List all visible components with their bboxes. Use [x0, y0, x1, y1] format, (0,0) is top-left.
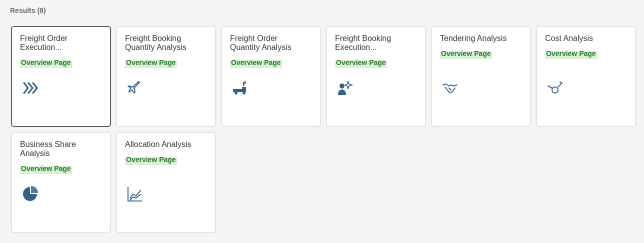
- tile-title: Freight Order Quantity Analysis: [230, 34, 292, 52]
- pie-chart-icon: [22, 186, 38, 202]
- tile-subtitle: Overview Page: [125, 60, 177, 68]
- person-plane-icon: [337, 80, 353, 96]
- plane-icon: [127, 80, 143, 96]
- tile-tendering-analysis[interactable]: Tendering Analysis Overview Page: [431, 26, 531, 127]
- tile-subtitle: Overview Page: [20, 166, 72, 174]
- cost-icon: [547, 80, 563, 96]
- truck-icon: [232, 80, 248, 96]
- handshake-icon: [442, 80, 458, 96]
- tile-title: Freight Booking Quantity Analysis: [125, 34, 187, 52]
- tile-business-share-analysis[interactable]: Business Share Analysis Overview Page: [11, 132, 111, 233]
- tile-subtitle: Overview Page: [440, 51, 492, 59]
- tile-allocation-analysis[interactable]: Allocation Analysis Overview Page: [116, 132, 216, 233]
- tile-title: Business Share Analysis: [20, 140, 77, 158]
- tile-freight-order-execution[interactable]: Freight Order Execution... Overview Page: [11, 26, 111, 127]
- tile-title: Freight Order Execution...: [20, 34, 68, 52]
- tile-title: Tendering Analysis: [440, 34, 507, 43]
- tile-freight-booking-execution[interactable]: Freight Booking Execution... Overview Pa…: [326, 26, 426, 127]
- tile-title: Allocation Analysis: [125, 140, 192, 149]
- tile-cost-analysis[interactable]: Cost Analysis Overview Page: [536, 26, 636, 127]
- tile-subtitle: Overview Page: [545, 51, 597, 59]
- tile-grid: Freight Order Execution... Overview Page…: [11, 26, 641, 233]
- tile-subtitle: Overview Page: [125, 157, 177, 165]
- chevrons-right-icon: [22, 80, 38, 96]
- tile-freight-order-quantity-analysis[interactable]: Freight Order Quantity Analysis Overview…: [221, 26, 321, 127]
- tile-subtitle: Overview Page: [335, 60, 387, 68]
- tile-subtitle: Overview Page: [20, 60, 72, 68]
- area-chart-icon: [127, 186, 143, 202]
- results-header: Results (8): [10, 8, 46, 15]
- tile-title: Freight Booking Execution...: [335, 34, 392, 52]
- tile-title: Cost Analysis: [545, 34, 594, 43]
- tile-freight-booking-quantity-analysis[interactable]: Freight Booking Quantity Analysis Overvi…: [116, 26, 216, 127]
- tile-subtitle: Overview Page: [230, 60, 282, 68]
